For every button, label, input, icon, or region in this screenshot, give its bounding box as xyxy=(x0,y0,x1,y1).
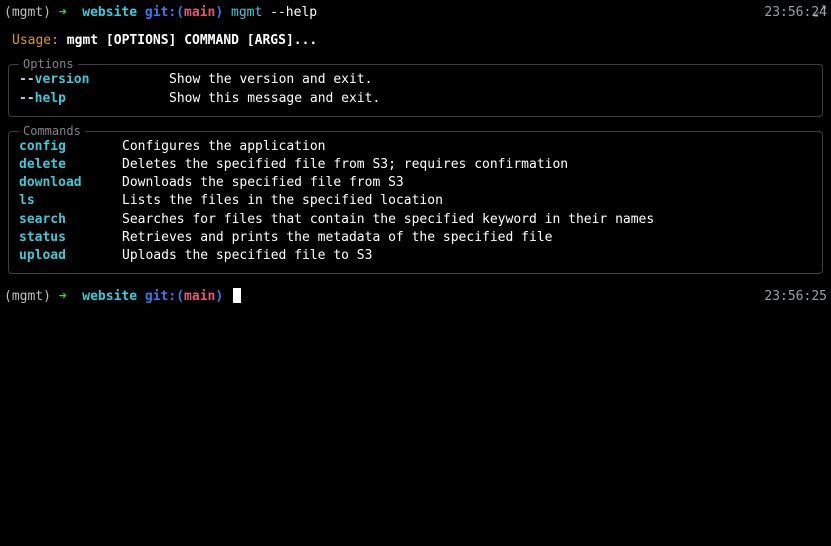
command-description: Lists the files in the specified locatio… xyxy=(122,192,443,210)
timestamp: 23:56:25 xyxy=(764,288,827,306)
options-box: Options --versionShow the version and ex… xyxy=(8,64,823,116)
command-description: Uploads the specified file to S3 xyxy=(122,247,372,265)
venv-label: (mgmt) xyxy=(4,4,59,22)
command-description: Downloads the specified file from S3 xyxy=(122,174,404,192)
git-paren-open: ( xyxy=(176,288,184,306)
prompt-line-2: (mgmt) ➜ website git: ( main ) 23:56:25 xyxy=(4,288,827,306)
venv-label: (mgmt) xyxy=(4,288,59,306)
commands-box: Commands configConfigures the applicatio… xyxy=(8,131,823,274)
option-description: Show this message and exit. xyxy=(169,90,380,108)
cwd-label: website xyxy=(82,4,145,22)
command-row: uploadUploads the specified file to S3 xyxy=(19,247,812,265)
command-description: Searches for files that contain the spec… xyxy=(122,211,654,229)
command-row: configConfigures the application xyxy=(19,138,812,156)
git-branch: main xyxy=(184,4,215,22)
command-description: Deletes the specified file from S3; requ… xyxy=(122,156,568,174)
commands-box-title: Commands xyxy=(19,123,85,140)
git-paren-close: ) xyxy=(215,288,231,306)
git-branch: main xyxy=(184,288,215,306)
option-description: Show the version and exit. xyxy=(169,71,373,89)
prompt-arrow-icon: ➜ xyxy=(59,4,82,22)
command-name: config xyxy=(19,138,122,156)
prompt-line-1: (mgmt) ➜ website git: ( main ) mgmt --he… xyxy=(4,4,827,22)
command-name: download xyxy=(19,174,122,192)
command-name: search xyxy=(19,211,122,229)
command-row: deleteDeletes the specified file from S3… xyxy=(19,156,812,174)
option-name: version xyxy=(35,72,90,87)
expand-icon[interactable] xyxy=(813,4,827,18)
command-row: searchSearches for files that contain th… xyxy=(19,211,812,229)
git-paren-open: ( xyxy=(176,4,184,22)
git-label: git: xyxy=(145,288,176,306)
option-name: help xyxy=(35,91,66,106)
option-dashes: -- xyxy=(19,72,35,87)
command-row: lsLists the files in the specified locat… xyxy=(19,192,812,210)
command-name: status xyxy=(19,229,122,247)
command-name: ls xyxy=(19,192,122,210)
command-name: mgmt xyxy=(231,4,270,22)
usage-label: Usage: xyxy=(12,33,67,48)
command-description: Configures the application xyxy=(122,138,326,156)
option-dashes: -- xyxy=(19,91,35,106)
command-description: Retrieves and prints the metadata of the… xyxy=(122,229,552,247)
command-row: statusRetrieves and prints the metadata … xyxy=(19,229,812,247)
command-name: delete xyxy=(19,156,122,174)
usage-line: Usage: mgmt [OPTIONS] COMMAND [ARGS]... xyxy=(12,32,827,50)
command-arg: --help xyxy=(270,4,317,22)
options-box-title: Options xyxy=(19,56,78,73)
option-row: --help Show this message and exit. xyxy=(19,90,812,108)
prompt-arrow-icon: ➜ xyxy=(59,288,82,306)
cursor[interactable] xyxy=(233,288,241,303)
git-paren-close: ) xyxy=(215,4,231,22)
usage-text: mgmt [OPTIONS] COMMAND [ARGS]... xyxy=(67,33,317,48)
cwd-label: website xyxy=(82,288,145,306)
option-row: --version Show the version and exit. xyxy=(19,71,812,89)
command-row: downloadDownloads the specified file fro… xyxy=(19,174,812,192)
command-name: upload xyxy=(19,247,122,265)
git-label: git: xyxy=(145,4,176,22)
